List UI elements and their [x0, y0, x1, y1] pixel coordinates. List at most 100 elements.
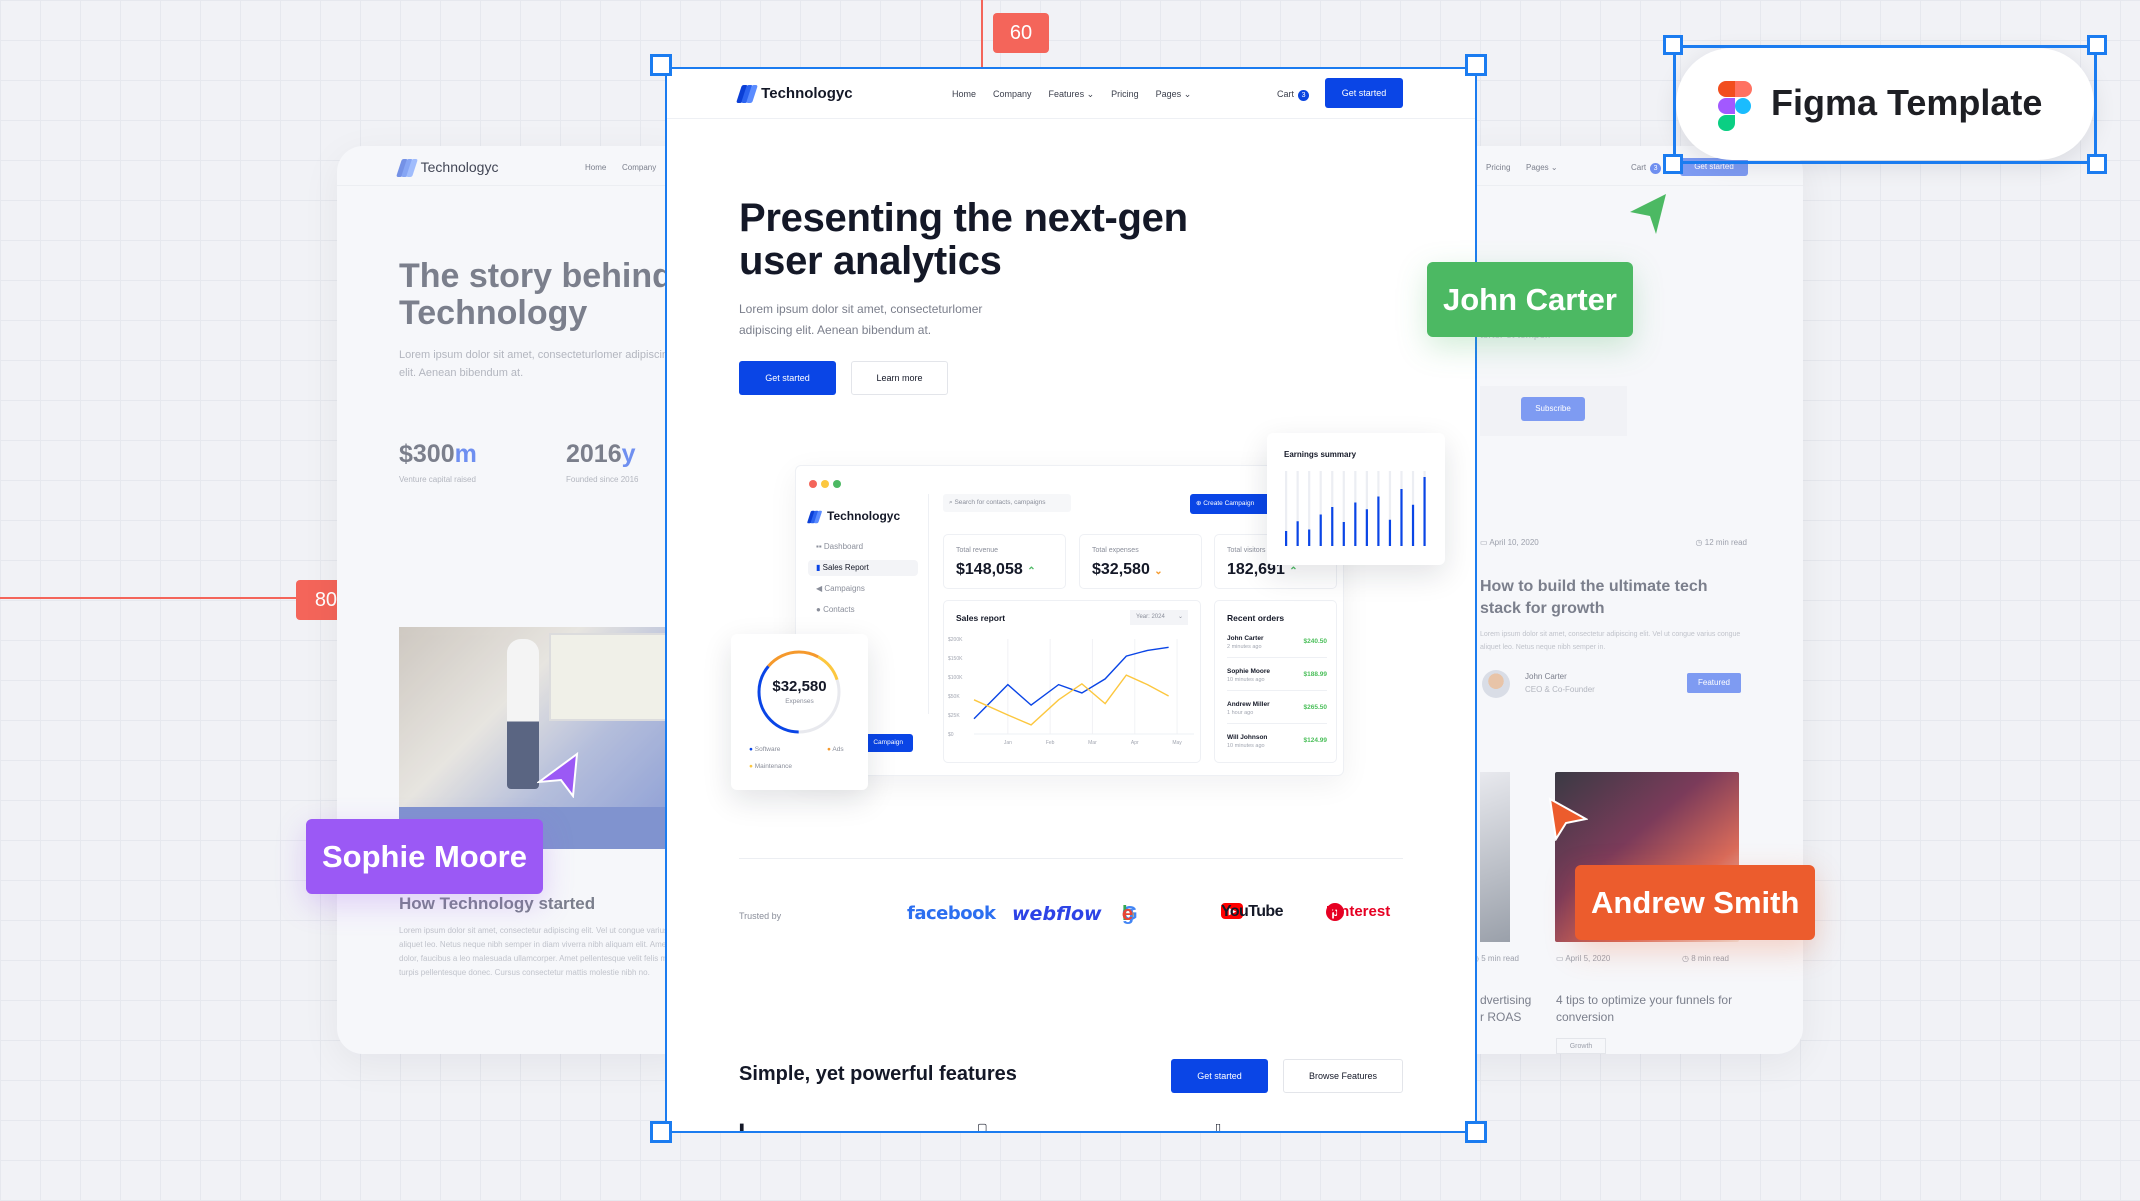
earnings-bar: [1296, 521, 1299, 546]
nav-pages[interactable]: Pages ⌄: [1156, 89, 1192, 100]
logo-icon: [806, 510, 823, 524]
post-image-notebook: [1480, 772, 1510, 942]
x-tick-label: Feb: [1046, 740, 1055, 746]
cursor-arrow-purple-icon: [537, 752, 579, 798]
cursor-label-andrew-smith: Andrew Smith: [1575, 865, 1816, 940]
post-featured[interactable]: ▭ April 10, 2020 ◷ 12 min read How to bu…: [1480, 538, 1776, 700]
dash-create-campaign-button[interactable]: ⊕ Create Campaign: [1190, 494, 1270, 514]
bg-left-title: The story behind Technology: [399, 257, 673, 332]
bg-right-post2-read: ◷ 5 min read: [1472, 954, 1519, 963]
trend-down-icon: ⌄: [1154, 566, 1163, 577]
trend-up-icon: ⌃: [1027, 566, 1036, 577]
earnings-bar: [1342, 522, 1345, 546]
dash-sidebar-sales-report[interactable]: ▮ Sales Report: [808, 560, 918, 576]
bg-left-nav-company[interactable]: Company: [622, 163, 656, 172]
dashboard-preview: Technologyc ▪▪ Dashboard ▮ Sales Report …: [795, 465, 1344, 776]
brand-logo[interactable]: Technologyc: [736, 85, 853, 104]
x-tick-label: Mar: [1088, 740, 1097, 746]
stat-total-expenses: Total expenses $32,580 ⌄: [1079, 534, 1202, 589]
earnings-bar: [1388, 519, 1392, 546]
window-minimize-dot: [821, 480, 829, 488]
y-tick-label: $0: [948, 732, 954, 738]
bg-left-nav-brand: Technologyc: [396, 159, 498, 178]
y-tick-label: $150K: [948, 656, 963, 662]
nav-links: Home Company Features ⌄ Pricing Pages ⌄: [952, 89, 1191, 100]
earnings-bar: [1331, 507, 1334, 546]
bg-right-subscribe-button[interactable]: Subscribe: [1521, 397, 1585, 421]
growth-tag: Growth: [1556, 1038, 1606, 1054]
dash-sidebar-contacts[interactable]: ● Contacts: [808, 602, 918, 618]
year-select[interactable]: Year: 2024 ⌄: [1130, 610, 1188, 625]
x-tick-label: Apr: [1131, 740, 1139, 746]
plus-circle-icon: ⊕: [1196, 500, 1202, 507]
feature-file-icon: ▯: [1215, 1122, 1222, 1133]
bg-right-nav-pages[interactable]: Pages ⌄: [1526, 163, 1558, 172]
cart-link[interactable]: Cart 3: [1277, 89, 1310, 101]
order-row[interactable]: Andrew Miller 1 hour ago $265.50: [1227, 701, 1327, 716]
nav-pricing[interactable]: Pricing: [1111, 89, 1139, 100]
order-row[interactable]: Sophie Moore 10 minutes ago $188.99: [1227, 668, 1327, 683]
nav-company[interactable]: Company: [993, 89, 1032, 100]
resize-handle-bottom-right[interactable]: [1465, 1121, 1487, 1143]
bg-left-nav-home[interactable]: Home: [585, 163, 606, 172]
resize-handle-top-left[interactable]: [650, 54, 672, 76]
trend-up-icon: ⌃: [1289, 566, 1298, 577]
chevron-down-icon: ⌄: [1086, 89, 1095, 99]
resize-handle[interactable]: [1663, 154, 1683, 174]
chevron-down-icon: ⌄: [1177, 614, 1183, 620]
cursor-arrow-orange-icon: [1548, 797, 1588, 841]
trusted-logos: facebook webflow Google ▶ YouTube p Pinte…: [907, 903, 1391, 925]
hero-learn-more-button[interactable]: Learn more: [851, 361, 948, 395]
earnings-bar: [1400, 489, 1403, 546]
sales-report-title: Sales report: [956, 613, 1006, 623]
resize-handle-bottom-left[interactable]: [650, 1121, 672, 1143]
nav-home[interactable]: Home: [952, 89, 976, 100]
feature-chart-icon: ▮: [739, 1122, 745, 1133]
landing-page-artboard: Technologyc Home Company Features ⌄ Pric…: [665, 67, 1477, 1133]
team-meeting-photo: [399, 627, 697, 849]
resize-handle[interactable]: [2087, 154, 2107, 174]
y-tick-label: $200K: [948, 637, 963, 643]
bg-left-article-title: How Technology started: [399, 894, 596, 913]
resize-handle-top-right[interactable]: [1465, 54, 1487, 76]
window-close-dot: [809, 480, 817, 488]
megaphone-icon: ◀: [816, 584, 823, 593]
series-line-2: [973, 674, 1169, 726]
bg-right-cta[interactable]: Get started: [1680, 158, 1748, 176]
author-avatar: [1482, 670, 1510, 698]
chevron-down-icon: ⌄: [1183, 89, 1192, 99]
window-maximize-dot: [833, 480, 841, 488]
resize-handle[interactable]: [1663, 35, 1683, 55]
dash-sidebar-dashboard[interactable]: ▪▪ Dashboard: [808, 539, 918, 555]
recent-orders-title: Recent orders: [1227, 613, 1285, 623]
bg-right-nav-pricing[interactable]: Pricing: [1486, 163, 1510, 172]
earnings-bar: [1354, 502, 1357, 546]
legend-software: ● Software: [749, 746, 781, 753]
contacts-icon: ●: [816, 605, 821, 614]
bg-right-cart[interactable]: Cart 3: [1631, 163, 1662, 174]
hero-get-started-button[interactable]: Get started: [739, 361, 836, 395]
legend-maintenance: ● Maintenance: [749, 763, 792, 770]
nav-get-started-button[interactable]: Get started: [1325, 78, 1403, 108]
bg-right-post3-title: 4 tips to optimize your funnels for conv…: [1556, 993, 1733, 1024]
earnings-bar: [1308, 529, 1311, 546]
bg-left-stat-capital: $300m Venture capital raised: [399, 440, 477, 484]
legend-ads: ● Ads: [827, 746, 844, 753]
dash-search-input[interactable]: ⌕ Search for contacts, campaigns: [943, 494, 1071, 512]
order-row[interactable]: Will Johnson 10 minutes ago $124.99: [1227, 734, 1327, 749]
bg-left-subtitle: Lorem ipsum dolor sit amet, consecteturl…: [399, 349, 675, 379]
stat-total-revenue: Total revenue $148,058 ⌃: [943, 534, 1066, 589]
logo-icon: [396, 159, 418, 178]
figma-icon: [1718, 81, 1752, 131]
nav-features[interactable]: Features ⌄: [1049, 89, 1095, 100]
webflow-logo: webflow: [1012, 903, 1102, 925]
browse-features-button[interactable]: Browse Features: [1283, 1059, 1403, 1093]
features-get-started-button[interactable]: Get started: [1171, 1059, 1268, 1093]
order-row[interactable]: John Carter 2 minutes ago $240.50: [1227, 635, 1327, 650]
earnings-bar: [1285, 531, 1288, 546]
resize-handle[interactable]: [2087, 35, 2107, 55]
bg-left-stat-founded: 2016y Founded since 2016: [566, 440, 639, 484]
dash-sidebar-campaigns[interactable]: ◀ Campaigns: [808, 581, 918, 597]
figma-template-badge: Figma Template: [1676, 48, 2094, 160]
y-tick-label: $25K: [948, 713, 960, 719]
